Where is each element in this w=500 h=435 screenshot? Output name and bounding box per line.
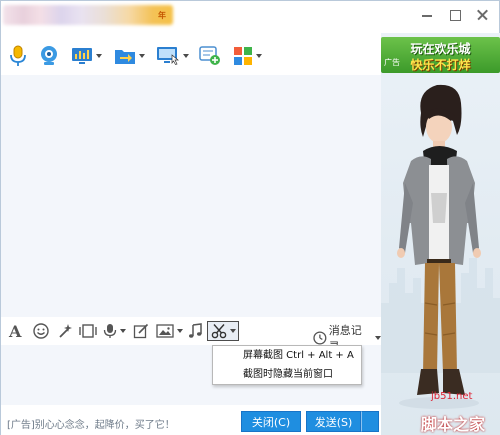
chevron-down-icon[interactable] [96,54,102,58]
banner-ad-label: 广告 [384,58,400,67]
apps-button[interactable] [233,41,262,71]
format-toolbar: A 消息记 [1,317,381,353]
smiley-icon [33,323,49,339]
chevron-down-icon[interactable] [139,54,145,58]
send-button[interactable]: 发送(S) [306,411,361,432]
monitor-icon [157,47,179,65]
bottom-bar: [广告]别心心念念，起降价，买了它！ 关闭(C) 发送(S) [1,405,381,435]
ad-link[interactable]: [广告]别心心念念，起降价，买了它！ [7,416,175,431]
edit-icon [133,323,149,339]
font-button[interactable]: A [9,321,22,341]
avatar-show [381,84,500,409]
send-options-button[interactable] [361,411,379,432]
watermark-name: 脚本之家 [421,415,486,434]
chevron-down-icon[interactable] [183,54,189,58]
chat-window: 年 A 消息记 [广告]别心心念念，起降价，买了它！ 关闭(C) 发送(S) 玩… [0,0,500,435]
magic-emoji-button[interactable] [57,322,73,340]
music-button[interactable] [188,322,202,340]
group-chat-button[interactable] [199,41,221,71]
voice-message-button[interactable] [103,322,126,340]
chevron-down-icon[interactable] [256,54,262,58]
voice-call-button[interactable] [9,41,27,71]
scissors-icon [211,324,227,339]
menu-item-screen-capture[interactable]: 屏幕截图 Ctrl + Alt + A [213,346,361,365]
ad-banner[interactable]: 玩在欢乐城 快乐不打烊 广告 [381,37,500,73]
watermark-site: jb51.net [431,391,473,402]
screen-share-button[interactable] [156,41,189,71]
chevron-down-icon[interactable] [230,329,236,333]
video-call-button[interactable] [39,41,59,71]
webcam-icon [41,46,57,65]
top-toolbar [1,41,381,71]
edit-button[interactable] [133,322,149,340]
window-shake-icon [79,324,97,338]
clock-icon [313,331,327,345]
minimize-icon[interactable] [419,7,435,23]
chart-monitor-icon [72,48,92,64]
shake-window-button[interactable] [79,322,97,340]
message-add-icon [199,46,220,65]
emoji-button[interactable] [33,322,49,340]
banner-title: 玩在欢乐城 [410,42,471,56]
screenshot-dropdown-menu: 屏幕截图 Ctrl + Alt + A 截图时隐藏当前窗口 [212,345,362,385]
send-image-button[interactable] [156,322,183,340]
chevron-down-icon[interactable] [177,329,183,333]
maximize-icon[interactable] [447,7,463,23]
apps-grid-icon [234,47,252,65]
magic-wand-icon [59,324,72,338]
screenshot-button[interactable] [207,321,239,341]
music-note-icon [189,323,202,338]
chevron-down-icon[interactable] [120,329,126,333]
title-bar[interactable]: 年 [1,1,499,33]
window-controls [419,7,491,23]
title-tag: 年 [158,11,166,20]
remote-desktop-button[interactable] [71,41,102,71]
close-icon[interactable] [475,7,491,23]
message-history-area[interactable] [1,75,381,317]
font-icon: A [9,321,22,341]
image-icon [156,324,174,338]
microphone-icon [10,45,26,66]
file-transfer-button[interactable] [114,41,145,71]
contact-name-blurred [3,5,173,25]
folder-icon [115,50,135,64]
menu-item-hide-window-capture[interactable]: 截图时隐藏当前窗口 [213,365,361,384]
close-button[interactable]: 关闭(C) [241,411,301,432]
microphone-icon [103,324,117,338]
right-panel: 玩在欢乐城 快乐不打烊 广告 [381,33,500,435]
